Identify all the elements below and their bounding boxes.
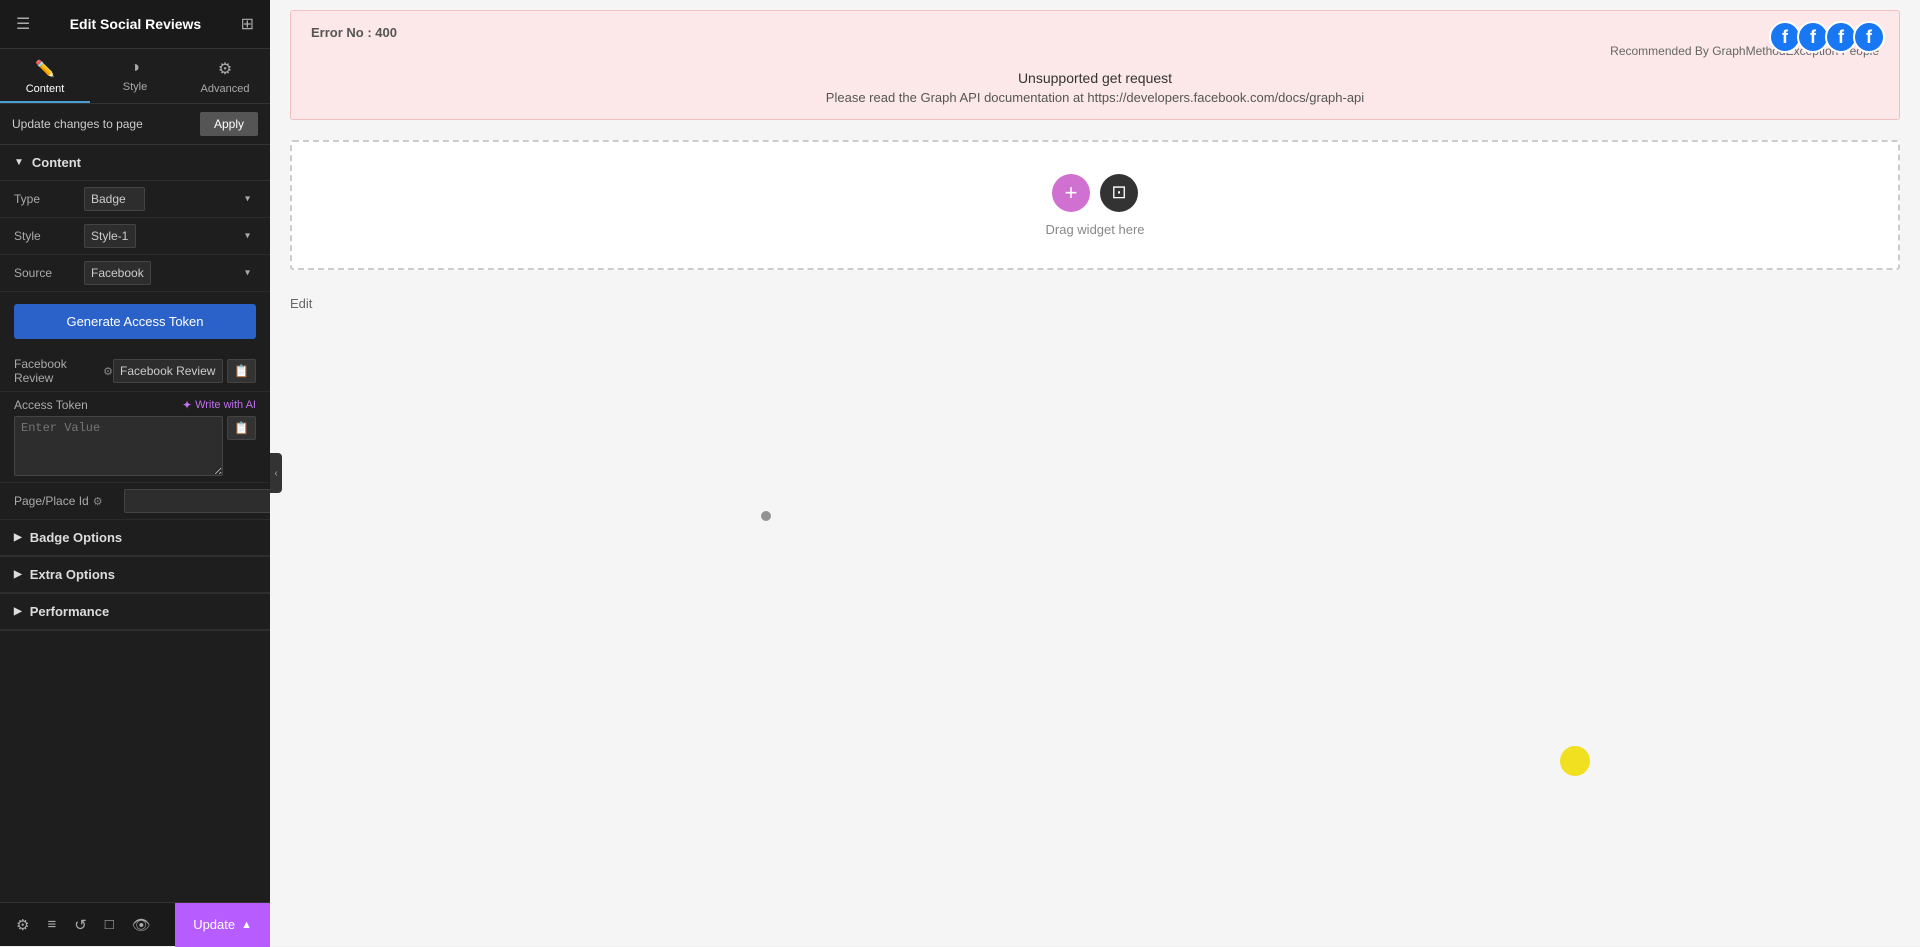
apply-button[interactable]: Apply	[200, 112, 258, 136]
sparkle-icon: ✦	[182, 398, 192, 412]
update-label: Update	[193, 917, 235, 932]
extra-options-label: Extra Options	[30, 567, 115, 582]
update-bar: Update changes to page Apply	[0, 104, 270, 145]
badge-options-section: ▶ Badge Options	[0, 520, 270, 557]
type-label: Type	[14, 192, 84, 206]
error-recommended: Recommended By GraphMethodException Peop…	[311, 44, 1879, 58]
style-tab-icon: ◑	[130, 59, 140, 77]
update-button[interactable]: Update ▲	[175, 903, 270, 947]
sidebar: ☰ Edit Social Reviews ⊞ ✏️ Content ◑ Sty…	[0, 0, 270, 946]
style-label: Style	[14, 229, 84, 243]
add-widget-button[interactable]: +	[1052, 174, 1090, 212]
review-settings-icon: ⚙	[103, 365, 113, 378]
sidebar-content: ▼ Content Type Badge Reviews Like Box St…	[0, 145, 270, 946]
page-place-id-row: Page/Place Id ⚙ 📋	[0, 483, 270, 520]
edit-link[interactable]: Edit	[270, 290, 1920, 317]
tab-style[interactable]: ◑ Style	[90, 49, 180, 103]
review-input-wrapper: 📋	[113, 359, 256, 383]
type-field-row: Type Badge Reviews Like Box	[0, 181, 270, 218]
badge-options-arrow-icon: ▶	[14, 532, 22, 543]
sidebar-header: ☰ Edit Social Reviews ⊞	[0, 0, 270, 49]
extra-options-header[interactable]: ▶ Extra Options	[0, 557, 270, 593]
history-icon-button[interactable]: ↺	[66, 910, 95, 940]
error-number: Error No : 400	[311, 25, 1879, 40]
style-tab-label: Style	[123, 81, 147, 93]
page-place-id-label: Page/Place Id ⚙	[14, 494, 124, 508]
fb-icons-cluster: f f f f	[1775, 21, 1885, 53]
bottom-toolbar: ⚙ ≡ ↺ □ 👁 Update ▲	[0, 902, 270, 946]
generate-access-token-button[interactable]: Generate Access Token	[14, 304, 256, 339]
fb-icon-4: f	[1853, 21, 1885, 53]
chevron-up-icon: ▲	[241, 919, 252, 931]
style-select[interactable]: Style-1 Style-2 Style-3	[84, 224, 136, 248]
facebook-review-row: Facebook Review ⚙ 📋	[0, 351, 270, 392]
access-token-header: Access Token ✦ Write with AI	[0, 392, 270, 414]
bottom-toolbar-icons: ⚙ ≡ ↺ □ 👁	[0, 910, 175, 940]
type-select-wrapper: Badge Reviews Like Box	[84, 187, 256, 211]
access-token-textarea[interactable]	[14, 416, 223, 476]
advanced-tab-label: Advanced	[201, 83, 250, 95]
type-select[interactable]: Badge Reviews Like Box	[84, 187, 145, 211]
tab-advanced[interactable]: ⚙ Advanced	[180, 49, 270, 103]
page-place-id-input[interactable]	[124, 489, 270, 513]
tab-content[interactable]: ✏️ Content	[0, 49, 90, 103]
sidebar-title: Edit Social Reviews	[70, 16, 202, 32]
settings-icon-button[interactable]: ⚙	[8, 910, 37, 940]
preview-icon-button[interactable]: 👁	[124, 910, 159, 940]
place-settings-icon: ⚙	[93, 495, 103, 508]
style-field-row: Style Style-1 Style-2 Style-3	[0, 218, 270, 255]
performance-section: ▶ Performance	[0, 594, 270, 631]
extra-options-section: ▶ Extra Options	[0, 557, 270, 594]
sidebar-collapse-handle[interactable]: ‹	[270, 453, 282, 493]
source-select-wrapper: Facebook Google Yelp	[84, 261, 256, 285]
content-section-header[interactable]: ▼ Content	[0, 145, 270, 181]
content-tab-icon: ✏️	[35, 59, 55, 79]
content-arrow-icon: ▼	[14, 157, 24, 168]
performance-header[interactable]: ▶ Performance	[0, 594, 270, 630]
cursor-pointer	[760, 510, 772, 522]
facebook-review-input[interactable]	[113, 359, 223, 383]
advanced-tab-icon: ⚙	[218, 59, 232, 79]
badge-options-label: Badge Options	[30, 530, 122, 545]
responsive-icon-button[interactable]: □	[97, 910, 122, 939]
layers-icon-button[interactable]: ≡	[39, 910, 64, 939]
access-token-copy-button[interactable]: 📋	[227, 416, 256, 440]
sidebar-tabs: ✏️ Content ◑ Style ⚙ Advanced	[0, 49, 270, 104]
write-with-ai-button[interactable]: ✦ Write with AI	[182, 398, 256, 412]
facebook-review-copy-button[interactable]: 📋	[227, 359, 256, 383]
access-token-row: 📋	[0, 414, 270, 483]
source-field-row: Source Facebook Google Yelp	[0, 255, 270, 292]
source-label: Source	[14, 266, 84, 280]
content-section-label: Content	[32, 155, 81, 170]
hamburger-icon[interactable]: ☰	[14, 12, 32, 36]
content-tab-label: Content	[26, 83, 65, 95]
error-unsupported: Unsupported get request	[311, 70, 1879, 86]
style-select-wrapper: Style-1 Style-2 Style-3	[84, 224, 256, 248]
drop-buttons: + ⊡	[1052, 174, 1138, 212]
error-box: Error No : 400 f f f f Recommended By Gr…	[290, 10, 1900, 120]
badge-options-header[interactable]: ▶ Badge Options	[0, 520, 270, 556]
error-please-read: Please read the Graph API documentation …	[311, 90, 1879, 105]
performance-arrow-icon: ▶	[14, 606, 22, 617]
drop-area: + ⊡ Drag widget here	[290, 140, 1900, 270]
generate-btn-container: Generate Access Token	[0, 292, 270, 351]
main-content: Error No : 400 f f f f Recommended By Gr…	[270, 0, 1920, 946]
performance-label: Performance	[30, 604, 109, 619]
facebook-review-label: Facebook Review ⚙	[14, 357, 113, 385]
extra-options-arrow-icon: ▶	[14, 569, 22, 580]
yellow-dot-decoration	[1560, 746, 1590, 776]
drag-widget-label: Drag widget here	[1046, 222, 1145, 237]
update-changes-label: Update changes to page	[12, 117, 143, 131]
access-token-label: Access Token	[14, 398, 88, 412]
grid-icon[interactable]: ⊞	[239, 12, 256, 36]
source-select[interactable]: Facebook Google Yelp	[84, 261, 151, 285]
folder-widget-button[interactable]: ⊡	[1100, 174, 1138, 212]
